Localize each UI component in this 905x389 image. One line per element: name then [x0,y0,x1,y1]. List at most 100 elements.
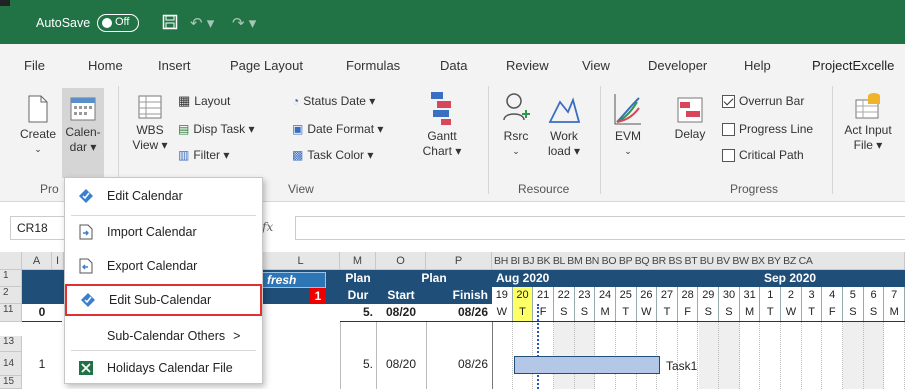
menu-item-edit-sub-calendar[interactable]: Edit Sub-Calendar [65,284,262,316]
row14-start[interactable]: 08/20 [376,356,426,374]
tab-file[interactable]: File [24,58,45,73]
refresh-button[interactable]: fresh [262,272,326,288]
gantt-day-column [822,322,844,389]
tab-insert[interactable]: Insert [158,58,191,73]
finish-header: Finish [426,287,492,304]
calendar-button[interactable]: Calen- dar ▾ [62,88,104,178]
wbs-view-button[interactable]: WBS View ▾ [130,94,170,153]
weekday-cell: F [822,304,844,321]
import-file-icon [65,224,107,240]
disp-task-button[interactable]: ▤ Disp Task ▾ [178,120,255,138]
tab-review[interactable]: Review [506,58,549,73]
evm-button[interactable]: EVM ⌄ [608,92,648,159]
create-button[interactable]: Create ⌄ [18,94,58,157]
select-all-corner[interactable] [0,252,22,270]
gantt-day-column [802,322,823,389]
weekday-cell: T [802,304,823,321]
group-separator [832,86,833,194]
tab-formulas[interactable]: Formulas [346,58,400,73]
gantt-task-bar[interactable] [514,356,660,374]
date-format-button[interactable]: ▣ Date Format ▾ [292,120,383,138]
delay-button[interactable]: Delay [670,96,710,142]
gantt-chart-button[interactable]: Gantt Chart ▾ [420,90,464,159]
day-number-cell: 27 [657,287,678,304]
fx-icon[interactable]: fx [262,220,273,234]
gantt-day-column [698,322,720,389]
menu-item-import-calendar[interactable]: Import Calendar [65,216,262,248]
tab-home[interactable]: Home [88,58,123,73]
tab-view[interactable]: View [582,58,610,73]
row-header-15[interactable]: 15 [0,376,22,389]
column-header-l[interactable]: L [262,252,340,270]
menu-item-sub-calendar-others[interactable]: Sub-Calendar Others > [65,320,262,352]
gantt-column-headers[interactable]: BH BI BJ BK BL BM BN BO BP BQ BR BS BT B… [492,252,905,270]
tab-data[interactable]: Data [440,58,467,73]
row-header-13[interactable]: 13 [0,336,22,352]
undo-icon[interactable]: ↶ ▾ [190,14,214,32]
save-icon[interactable] [162,14,178,34]
wbs-label-2: View ▾ [132,138,168,152]
redo-icon[interactable]: ↷ ▾ [232,14,256,32]
menu-label: Edit Calendar [107,189,183,203]
row11-dur[interactable]: 5. [340,304,376,322]
gantt-icon [431,92,451,125]
weekday-cell: T [760,304,782,321]
status-date-button[interactable]: ◔ Status Date ▾ [292,92,375,110]
gantt-label-2: Chart ▾ [422,144,462,158]
filter-button[interactable]: ▥ Filter ▾ [178,146,229,164]
row14-finish[interactable]: 08/26 [426,356,492,374]
formula-input[interactable] [295,216,905,240]
row11-finish[interactable]: 08/26 [426,304,492,322]
row14-dur[interactable]: 5. [340,356,376,374]
workload-button[interactable]: Work load ▾ [544,92,584,159]
tab-page-layout[interactable]: Page Layout [230,58,303,73]
critical-path-checkbox[interactable]: Critical Path [722,146,804,164]
column-header-o[interactable]: O [376,252,426,270]
row11-id[interactable]: 0 [22,304,62,322]
tab-projectexcellent[interactable]: ProjectExcelle [812,58,894,73]
group-label-progress: Progress [730,182,779,196]
dropdown-arrow-icon: ⌄ [512,146,520,156]
overrun-bar-checkbox[interactable]: Overrun Bar [722,92,804,110]
row-header-14[interactable]: 14 [0,352,22,376]
row-header-2[interactable]: 2 [0,287,22,304]
act-input-file-button[interactable]: Act Input File ▾ [838,90,898,153]
layout-icon: ▦ [178,93,191,108]
checkbox-checked [722,94,735,108]
gantt-day-column [492,322,513,389]
status-date-line [537,304,539,389]
day-number-cell: 29 [699,287,720,304]
grid-line [426,322,427,389]
tab-developer[interactable]: Developer [648,58,707,73]
row-header-11[interactable]: 11 [0,304,22,322]
evm-label: EVM [614,129,641,143]
filter-icon: ▥ [178,148,190,162]
month-sep-2020: Sep 2020 [764,271,817,285]
weekday-cell: S [554,304,575,321]
row-header-1[interactable]: 1 [0,270,22,287]
start-header: Start [376,287,426,304]
layout-button[interactable]: ▦ Layout [178,92,230,110]
menu-item-holidays-calendar-file[interactable]: Holidays Calendar File [65,352,262,384]
timeline-day-row: 19 20 21 22 23 24 25 26 27 28 29 30 31 1 2 3 4 5 6 7 [492,287,905,304]
day-number-cell: 4 [822,287,844,304]
menu-item-export-calendar[interactable]: Export Calendar [65,250,262,282]
toggle-knob [102,18,112,28]
column-header-a[interactable]: A [22,252,52,270]
autosave-toggle[interactable]: Off [97,14,139,32]
task-color-button[interactable]: ▩ Task Color ▾ [292,146,373,164]
menu-item-edit-calendar[interactable]: Edit Calendar [65,180,262,212]
weekday-cell: T [616,304,637,321]
row14-id[interactable]: 1 [22,356,62,374]
column-header-p[interactable]: P [426,252,492,270]
progress-line-checkbox[interactable]: Progress Line [722,120,813,138]
row11-start[interactable]: 08/20 [376,304,426,322]
evm-chart-icon [614,94,641,125]
column-header-m[interactable]: M [340,252,376,270]
tab-help[interactable]: Help [744,58,771,73]
name-box[interactable]: CR18 [10,216,70,240]
weekday-cell: S [699,304,720,321]
rsrc-button[interactable]: Rsrc ⌄ [498,92,534,159]
day-number-cell: 6 [864,287,885,304]
column-header-i[interactable]: I [52,252,64,270]
